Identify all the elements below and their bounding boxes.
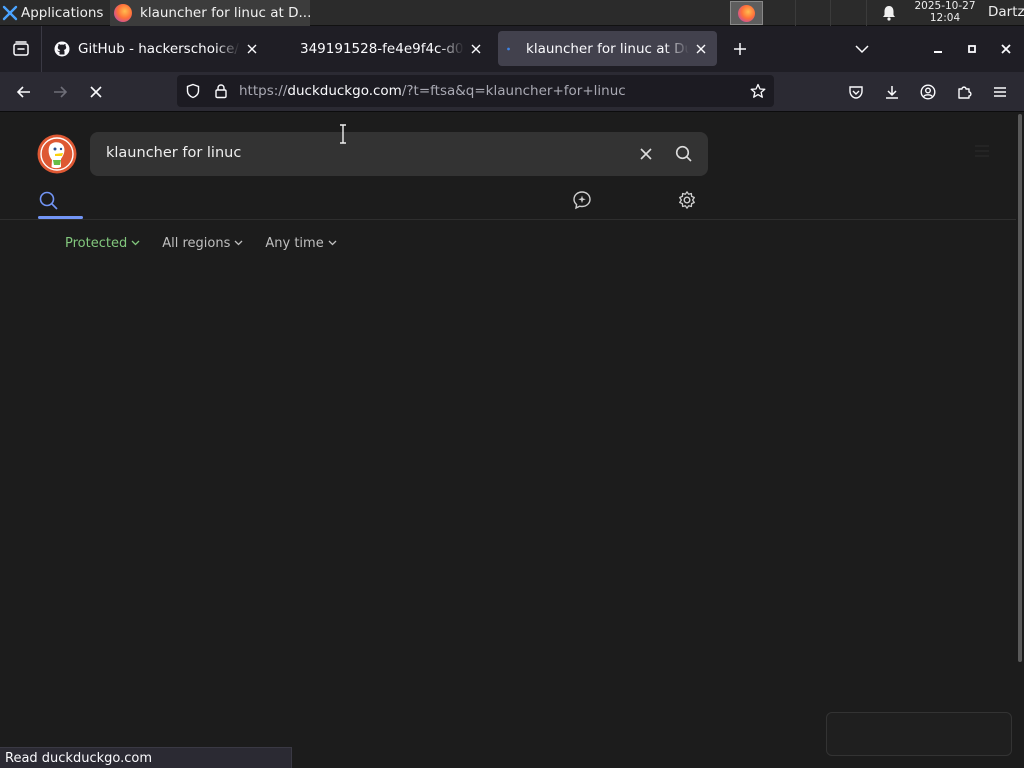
url-host: duckduckgo.com bbox=[287, 83, 402, 99]
puzzle-icon bbox=[958, 86, 972, 99]
firefox-tray-icon bbox=[738, 4, 755, 22]
page-scrollbar[interactable] bbox=[1016, 112, 1024, 768]
minimize-button[interactable] bbox=[926, 37, 950, 61]
filter-label: Any time bbox=[265, 235, 324, 251]
search-tab-icon[interactable] bbox=[38, 190, 60, 212]
account-button[interactable] bbox=[914, 78, 942, 106]
app-menu-button[interactable] bbox=[986, 78, 1014, 106]
search-type-tabs bbox=[0, 176, 1016, 220]
filter-label: All regions bbox=[162, 235, 231, 251]
close-icon bbox=[1001, 44, 1011, 54]
firefox-view-button[interactable] bbox=[0, 26, 42, 72]
bookmark-star-icon[interactable] bbox=[750, 83, 766, 99]
filter-label: Protected bbox=[65, 235, 128, 251]
arrow-left-icon bbox=[16, 86, 30, 98]
ai-chat-icon[interactable] bbox=[572, 190, 592, 210]
download-icon bbox=[886, 86, 898, 99]
downloads-button[interactable] bbox=[878, 78, 906, 106]
tab-title: GitHub - hackerschoice/hackshell bbox=[78, 40, 240, 57]
applications-label: Applications bbox=[21, 4, 104, 21]
tracking-protection-shield-icon[interactable] bbox=[185, 83, 201, 99]
maximize-button[interactable] bbox=[960, 37, 984, 61]
firefox-icon bbox=[114, 4, 132, 22]
search-icon bbox=[675, 145, 692, 162]
github-icon bbox=[54, 41, 70, 56]
navigation-toolbar: https://duckduckgo.com/?t=ftsa&q=klaunch… bbox=[0, 72, 1024, 112]
account-icon bbox=[920, 84, 936, 100]
address-bar[interactable]: https://duckduckgo.com/?t=ftsa&q=klaunch… bbox=[177, 75, 774, 107]
region-filter[interactable]: All regions bbox=[162, 236, 243, 251]
url-path: /?t=ftsa&q=klauncher+for+linuc bbox=[401, 83, 626, 99]
applications-menu-icon bbox=[2, 5, 18, 20]
search-submit-button[interactable] bbox=[673, 143, 695, 165]
stop-icon bbox=[90, 86, 102, 98]
search-input[interactable]: klauncher for linuc bbox=[106, 145, 241, 161]
search-box[interactable]: klauncher for linuc bbox=[90, 132, 708, 176]
safe-search-filter[interactable]: Protected bbox=[65, 236, 140, 251]
chevron-down-icon bbox=[234, 240, 243, 246]
stop-loading-button[interactable] bbox=[82, 78, 110, 106]
taskbar-firefox-window[interactable]: klauncher for linuc at D... bbox=[110, 0, 310, 26]
new-tab-button[interactable] bbox=[728, 37, 752, 61]
user-menu[interactable]: Dartz bbox=[988, 4, 1024, 20]
hamburger-menu-icon bbox=[994, 87, 1006, 97]
notification-toast bbox=[826, 712, 1012, 756]
close-icon bbox=[247, 44, 257, 53]
url-prefix: https:// bbox=[239, 83, 288, 99]
tab-close-button[interactable] bbox=[693, 41, 709, 57]
tab-strip: GitHub - hackerschoice/hackshell 3491915… bbox=[0, 26, 1024, 72]
clock-time: 12:04 bbox=[929, 11, 961, 24]
taskbar-separator bbox=[830, 0, 831, 26]
minimize-icon bbox=[934, 51, 942, 53]
tab-title: klauncher for linuc at DuckDuckGo bbox=[526, 40, 689, 57]
close-icon bbox=[696, 44, 706, 53]
close-window-button[interactable] bbox=[994, 37, 1018, 61]
tab-duckduckgo[interactable]: klauncher for linuc at DuckDuckGo bbox=[498, 31, 717, 66]
scrollbar-thumb[interactable] bbox=[1018, 114, 1022, 662]
pocket-icon bbox=[849, 86, 863, 99]
status-bar: Read duckduckgo.com bbox=[0, 747, 292, 768]
applications-menu[interactable]: Applications ☰ bbox=[0, 0, 109, 26]
extensions-button[interactable] bbox=[950, 78, 978, 106]
tab-close-button[interactable] bbox=[244, 41, 260, 57]
pocket-button[interactable] bbox=[842, 78, 870, 106]
lock-icon[interactable] bbox=[213, 83, 229, 99]
close-icon bbox=[640, 148, 652, 160]
list-all-tabs-button[interactable] bbox=[850, 37, 874, 61]
taskbar-separator bbox=[795, 0, 796, 26]
taskbar-window-title: klauncher for linuc at D... bbox=[140, 5, 310, 21]
tab-title: 349191528-fe4e9f4c-d0f bbox=[300, 40, 464, 57]
forward-button[interactable] bbox=[46, 78, 74, 106]
loading-dot-icon bbox=[507, 47, 510, 50]
taskbar-separator bbox=[866, 0, 867, 26]
text-cursor-icon bbox=[340, 124, 346, 144]
firefox-view-icon bbox=[12, 41, 29, 56]
url-text: https://duckduckgo.com/?t=ftsa&q=klaunch… bbox=[239, 83, 626, 99]
hamburger-menu-icon[interactable] bbox=[974, 144, 990, 158]
clock[interactable]: 2025-10-27 12:04 bbox=[906, 0, 984, 24]
gear-icon[interactable] bbox=[677, 190, 697, 210]
close-icon bbox=[471, 44, 481, 53]
chevron-down-icon bbox=[131, 240, 140, 246]
duckduckgo-logo-icon[interactable] bbox=[37, 134, 77, 174]
plus-icon bbox=[734, 43, 746, 55]
maximize-icon bbox=[968, 45, 976, 53]
chevron-down-icon bbox=[328, 240, 337, 246]
tab-github[interactable]: GitHub - hackerschoice/hackshell bbox=[46, 31, 268, 66]
active-tab-indicator bbox=[38, 216, 83, 219]
chevron-down-icon bbox=[855, 45, 869, 54]
back-button[interactable] bbox=[10, 78, 38, 106]
search-filters: Protected All regions Any time bbox=[65, 234, 359, 252]
os-taskbar: Applications ☰ klauncher for linuc at D.… bbox=[0, 0, 1024, 26]
clock-date: 2025-10-27 bbox=[914, 0, 976, 12]
clear-search-button[interactable] bbox=[636, 144, 656, 164]
tray-firefox-button[interactable] bbox=[730, 1, 763, 25]
tab-close-button[interactable] bbox=[468, 41, 484, 57]
page-content: klauncher for linuc Protected All region… bbox=[0, 112, 1024, 768]
arrow-right-icon bbox=[54, 86, 68, 98]
notification-bell-icon[interactable] bbox=[880, 4, 898, 22]
time-filter[interactable]: Any time bbox=[265, 235, 337, 251]
tab-image[interactable]: 349191528-fe4e9f4c-d0f bbox=[292, 31, 492, 66]
